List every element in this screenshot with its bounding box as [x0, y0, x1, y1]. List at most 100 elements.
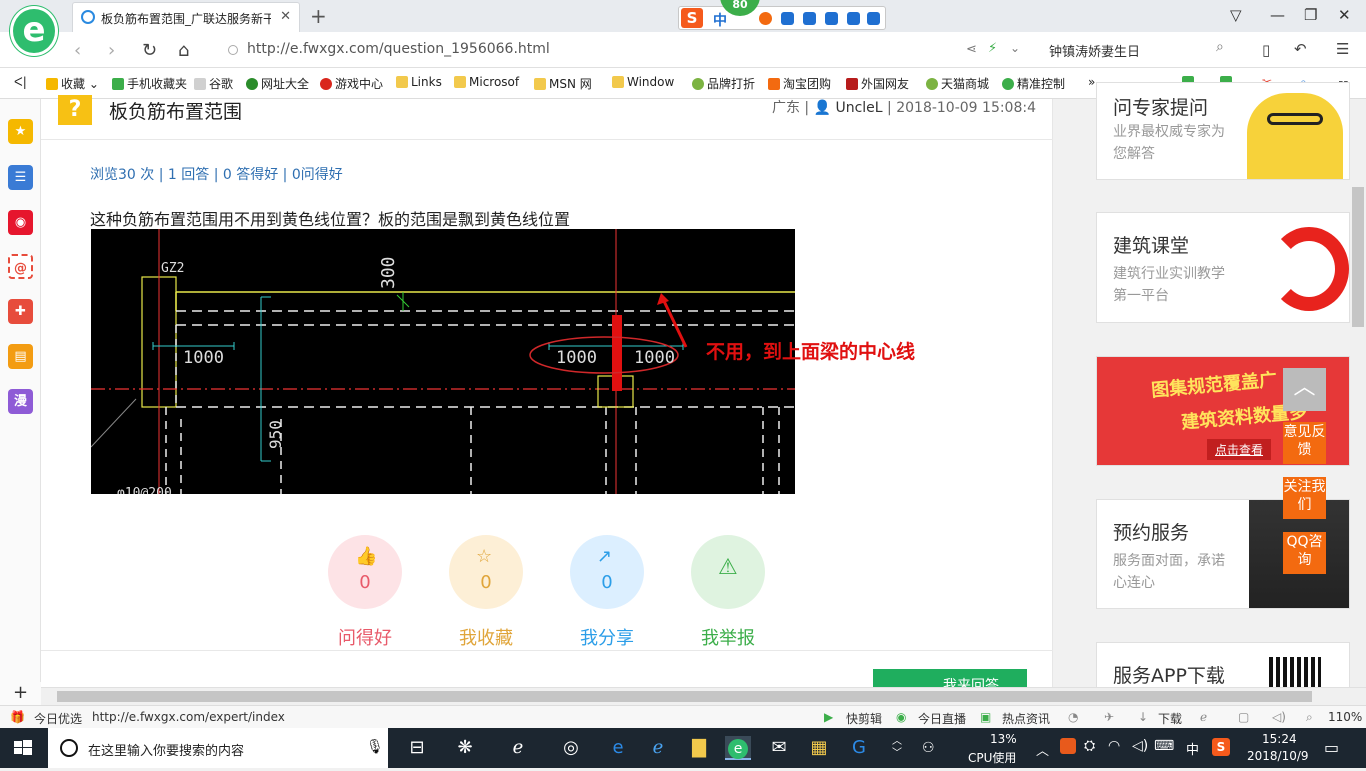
tab-close-icon[interactable]: ✕ [280, 9, 291, 24]
taskbar-search-input[interactable]: 在这里输入你要搜索的内容 [88, 740, 244, 759]
apps-icon[interactable]: ☰ [8, 165, 33, 190]
answer-button[interactable]: 我来回答 [873, 669, 1027, 689]
horizontal-scrollbar[interactable] [41, 687, 1366, 705]
maximize-button[interactable]: ❐ [1304, 6, 1317, 24]
cortana-icon[interactable] [60, 739, 78, 757]
bookmark-tmall[interactable]: 天猫商城 [926, 75, 989, 92]
notes-icon[interactable]: ▤ [8, 344, 33, 369]
task-view-icon[interactable]: ⊟ [404, 736, 430, 760]
question-user[interactable]: UncleL [835, 100, 882, 116]
grid-icon[interactable] [825, 12, 838, 25]
emoji-icon[interactable] [759, 12, 772, 25]
forward-icon[interactable]: › [108, 40, 115, 61]
bookmark-windows[interactable]: Window [612, 75, 674, 89]
game-icon[interactable]: ✚ [8, 299, 33, 324]
feedback-button[interactable]: 意见反馈 [1283, 422, 1326, 464]
notes-app-icon[interactable]: ▦ [806, 736, 832, 760]
share-icon[interactable]: ⋖ [966, 42, 977, 57]
banner-cta[interactable]: 点击查看 [1207, 439, 1272, 460]
taskbar-search[interactable]: 在这里输入你要搜索的内容 🎙 [48, 728, 388, 768]
report-button[interactable]: ⚠ 我举报 [691, 535, 765, 650]
bookmark-taobao[interactable]: 淘宝团购 [768, 75, 831, 92]
status-daily-pick[interactable]: 今日优选 [34, 710, 82, 727]
bookmark-brand-discount[interactable]: 品牌打折 [692, 75, 755, 92]
file-explorer-icon[interactable]: ▇ [686, 736, 712, 760]
wrench-icon[interactable] [867, 12, 880, 25]
bookmark-games[interactable]: 游戏中心 [320, 75, 383, 92]
search-icon[interactable]: ⌕ [1216, 39, 1224, 55]
360-browser-icon[interactable]: e [725, 736, 751, 760]
back-icon[interactable]: ‹ [74, 40, 81, 61]
wifi-icon[interactable]: ◠ [1108, 738, 1120, 754]
ime-toolbar[interactable]: S 中 [678, 6, 886, 30]
mail-icon[interactable]: ✉ [766, 736, 792, 760]
bookmark-google[interactable]: 谷歌 [194, 75, 233, 92]
chevron-down-icon[interactable]: ⌄ [1010, 41, 1020, 55]
lightning-icon[interactable]: ⚡ [988, 41, 997, 56]
search-input[interactable]: 钟镇涛娇妻生日 [1049, 41, 1140, 60]
zoom-icon[interactable]: ⌕ [1306, 710, 1313, 725]
shirt-icon[interactable] [847, 12, 860, 25]
app-download-card[interactable]: 服务APP下载 [1096, 642, 1350, 689]
tray-app-icon[interactable] [1060, 738, 1076, 754]
share-button[interactable]: ↗ 0 我分享 [570, 535, 644, 650]
gift-icon[interactable]: 🎁 [10, 710, 25, 724]
sogou-tray-icon[interactable]: S [1212, 738, 1230, 756]
weibo-icon[interactable]: ◉ [8, 210, 33, 235]
tray-expand-icon[interactable]: ︿ [1036, 740, 1049, 759]
status-zoom[interactable]: 110% [1328, 710, 1362, 724]
scroll-thumb[interactable] [57, 691, 1312, 702]
address-url[interactable]: http://e.fwxgx.com/question_1956066.html [247, 41, 550, 57]
refresh-icon[interactable]: ↻ [142, 40, 157, 61]
browser-tab[interactable]: 板负筋布置范围_广联达服务新干线 ✕ [72, 2, 300, 32]
bookmark-microsoft[interactable]: Microsof [454, 75, 519, 89]
address-bar[interactable]: http://e.fwxgx.com/question_1956066.html [222, 37, 1032, 63]
microphone-icon[interactable]: 🎙 [366, 739, 384, 755]
comic-icon[interactable]: 漫 [8, 389, 33, 414]
building-class-card[interactable]: 建筑课堂 建筑行业实训教学第一平台 [1096, 212, 1350, 323]
ie-icon[interactable]: ℯ [1200, 710, 1207, 724]
phone-icon[interactable]: ▯ [1262, 41, 1270, 59]
browser-logo[interactable]: e [10, 6, 58, 56]
network-tray-icon[interactable]: ⛭ [1084, 738, 1095, 754]
new-tab-button[interactable]: + [310, 4, 327, 28]
bookmark-foreign[interactable]: 外国网友 [846, 75, 909, 92]
glodon-app-icon[interactable]: G [846, 736, 872, 760]
scroll-thumb[interactable] [1352, 187, 1364, 327]
clock-time[interactable]: 15:24 [1262, 732, 1297, 746]
status-news[interactable]: 热点资讯 [1002, 710, 1050, 727]
favorite-button[interactable]: ☆ 0 我收藏 [449, 535, 523, 650]
favorites-icon[interactable]: ★ [8, 119, 33, 144]
undo-icon[interactable]: ↶ [1294, 40, 1307, 58]
clock-date[interactable]: 2018/10/9 [1247, 749, 1309, 763]
volume-icon[interactable]: ◁) [1132, 738, 1148, 754]
vertical-scrollbar[interactable] [1350, 99, 1366, 689]
close-window-button[interactable]: ✕ [1338, 6, 1351, 24]
internet-explorer-icon[interactable]: ℯ [645, 736, 671, 760]
edge-icon[interactable]: e [605, 736, 631, 760]
like-question-button[interactable]: 👍 0 问得好 [328, 535, 402, 650]
back-to-top-button[interactable]: ︿ [1283, 368, 1326, 411]
speed-icon[interactable]: ◔ [1068, 710, 1078, 724]
people-icon[interactable]: ⚇ [922, 740, 935, 756]
keyboard-icon[interactable] [803, 12, 816, 25]
bookmark-links[interactable]: Links [396, 75, 442, 89]
app-swirl-icon[interactable]: ◎ [558, 736, 584, 760]
qq-consult-button[interactable]: QQ咨询 [1283, 532, 1326, 574]
ask-expert-card[interactable]: 问专家提问 业界最权威专家为您解答 [1096, 82, 1350, 180]
volume-icon[interactable]: ◁) [1272, 710, 1286, 724]
pin-icon[interactable]: ✈ [1104, 710, 1114, 724]
status-live[interactable]: 今日直播 [918, 710, 966, 727]
bookmark-mobile[interactable]: 手机收藏夹 [112, 75, 187, 92]
microphone-icon[interactable] [781, 12, 794, 25]
browser-menu-icon[interactable]: ▽ [1230, 6, 1242, 24]
start-button[interactable] [0, 728, 48, 768]
bookmarks-more-icon[interactable]: » [1088, 75, 1095, 89]
bookmark-hao123[interactable]: 网址大全 [246, 75, 309, 92]
status-download[interactable]: 下载 [1158, 710, 1182, 727]
follow-us-button[interactable]: 关注我们 [1283, 477, 1326, 519]
status-quick-edit[interactable]: 快剪辑 [846, 710, 882, 727]
home-icon[interactable]: ⌂ [178, 40, 189, 61]
window-icon[interactable]: ▢ [1238, 710, 1249, 724]
bookmark-msn[interactable]: MSN 网 [534, 75, 592, 92]
